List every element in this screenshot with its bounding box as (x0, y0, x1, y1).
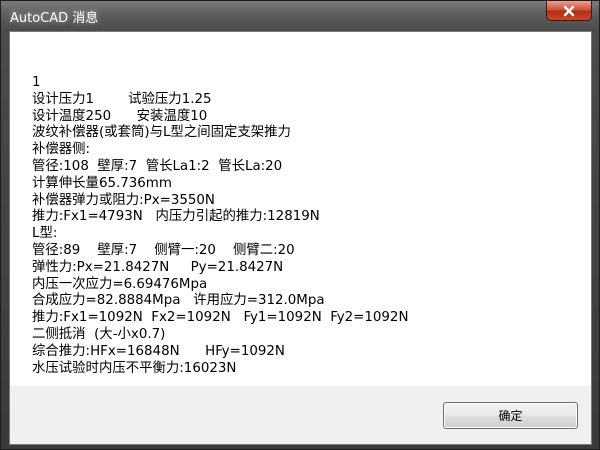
message-line: 综合推力:HFx=16848N HFy=1092N (32, 343, 285, 359)
message-line: 二侧抵消 (大-小x0.7) (32, 326, 166, 342)
message-line: 补偿器侧: (32, 142, 91, 158)
message-line: 设计温度250 安装温度10 (32, 108, 208, 124)
message-line: 补偿器弹力或阻力:Px=3550N (32, 192, 215, 208)
message-line: 计算伸长量65.736mm (32, 175, 172, 191)
ok-button[interactable]: 确定 (443, 402, 578, 429)
message-line: L型: (32, 226, 58, 242)
window-title: AutoCAD 消息 (10, 11, 99, 26)
message-line: 1 (32, 75, 41, 90)
dialog-client-area: 1 设计压力1 试验压力1.25 设计温度250 安装温度10 波纹补偿器(或套… (9, 31, 592, 445)
message-line: 水压试验时内压不平衡力:16023N (32, 360, 237, 376)
message-line: 合成应力=82.8884Mpa 许用应力=312.0Mpa (32, 293, 325, 309)
message-dialog: AutoCAD 消息 1 设计压力1 试验压力1.25 设计温度250 安装温度… (0, 0, 600, 450)
message-text: 1 设计压力1 试验压力1.25 设计温度250 安装温度10 波纹补偿器(或套… (32, 75, 408, 377)
title-bar[interactable]: AutoCAD 消息 (1, 1, 599, 31)
message-line: 弹性力:Px=21.8427N Py=21.8427N (32, 259, 284, 275)
message-line: 推力:Fx1=1092N Fx2=1092N Fy1=1092N Fy2=109… (32, 310, 409, 326)
close-icon (562, 5, 576, 17)
message-line: 波纹补偿器(或套筒)与L型之间固定支架推力 (32, 125, 291, 141)
close-button[interactable] (546, 1, 592, 21)
message-line: 推力:Fx1=4793N 内压力引起的推力:12819N (32, 209, 320, 225)
message-panel: 1 设计压力1 试验压力1.25 设计温度250 安装温度10 波纹补偿器(或套… (10, 32, 591, 386)
message-line: 管径:108 壁厚:7 管长La1:2 管长La:20 (32, 158, 283, 174)
message-line: 内压一次应力=6.69476Mpa (32, 276, 208, 292)
message-line: 管径:89 壁厚:7 侧臂一:20 侧臂二:20 (32, 242, 295, 258)
message-line: 设计压力1 试验压力1.25 (32, 91, 212, 107)
